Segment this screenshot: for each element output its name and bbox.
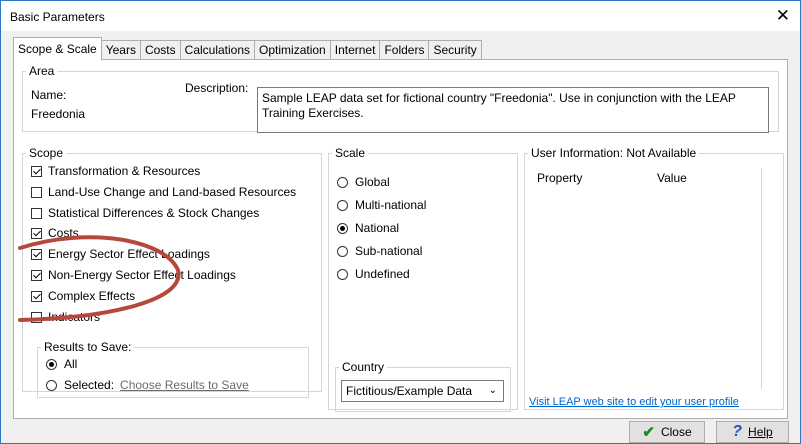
grid-header-value: Value <box>657 171 687 185</box>
tab-security[interactable]: Security <box>428 40 482 60</box>
radio-unselected[interactable] <box>337 245 348 257</box>
basic-parameters-dialog: Basic Parameters ✕ Scope & Scale Years C… <box>0 0 801 444</box>
results-all-option[interactable]: All <box>46 356 77 372</box>
country-select[interactable]: Fictitious/Example Data ⌄ <box>341 380 504 402</box>
tab-scope-scale[interactable]: Scope & Scale <box>13 37 102 60</box>
name-label: Name: <box>31 88 67 102</box>
close-icon[interactable]: ✕ <box>776 6 790 26</box>
scope-item-label: Complex Effects <box>48 289 136 303</box>
scope-item-complex-effects[interactable]: Complex Effects <box>31 288 135 304</box>
user-info-grid[interactable]: Property Value <box>531 168 767 389</box>
results-legend: Results to Save: <box>44 340 132 354</box>
tab-internet[interactable]: Internet <box>329 40 381 60</box>
scale-option-label: Global <box>355 175 390 189</box>
grid-header-property: Property <box>537 171 583 185</box>
scale-option-multi-national[interactable]: Multi-national <box>337 197 426 213</box>
tab-panel: Area Name: Freedonia Description: Sample… <box>13 59 788 419</box>
choose-results-link[interactable]: Choose Results to Save <box>120 378 249 392</box>
scope-item-label: Statistical Differences & Stock Changes <box>48 206 260 220</box>
name-value: Freedonia <box>31 107 86 121</box>
dialog-title: Basic Parameters <box>10 10 105 24</box>
scope-item-label: Costs <box>48 226 79 240</box>
close-button[interactable]: ✔ Close <box>629 421 705 443</box>
scale-option-national[interactable]: National <box>337 220 399 236</box>
area-legend: Area <box>29 64 55 78</box>
checkbox-checked[interactable] <box>31 227 42 239</box>
country-legend: Country <box>342 360 385 374</box>
results-selected-option[interactable]: Selected: Choose Results to Save <box>46 377 249 393</box>
help-button-label: Help <box>748 425 773 439</box>
results-selected-label: Selected: <box>64 378 115 392</box>
results-all-label: All <box>64 357 78 371</box>
checkbox-checked[interactable] <box>31 248 42 260</box>
scope-item-label: Transformation & Resources <box>48 164 201 178</box>
tab-optimization[interactable]: Optimization <box>254 40 331 60</box>
radio-unselected[interactable] <box>337 176 348 188</box>
country-select-value: Fictitious/Example Data <box>346 384 473 398</box>
results-to-save-group: Results to Save: All Selected: Choose Re… <box>37 340 309 398</box>
scope-item-label: Energy Sector Effect Loadings <box>48 247 210 261</box>
user-info-legend: User Information: Not Available <box>531 146 697 160</box>
scope-item-energy-effect[interactable]: Energy Sector Effect Loadings <box>31 246 210 262</box>
scale-option-undefined[interactable]: Undefined <box>337 266 410 282</box>
scope-item-label: Land-Use Change and Land-based Resources <box>48 185 297 199</box>
radio-selected[interactable] <box>337 222 348 234</box>
radio-unselected[interactable] <box>337 268 348 280</box>
close-button-label: Close <box>660 425 692 439</box>
scale-option-label: Sub-national <box>355 244 423 258</box>
check-icon: ✔ <box>642 424 655 441</box>
scope-item-costs[interactable]: Costs <box>31 225 79 241</box>
tab-costs[interactable]: Costs <box>139 40 181 60</box>
scope-item-label: Indicators <box>48 310 101 324</box>
chevron-down-icon[interactable]: ⌄ <box>489 381 497 401</box>
help-button[interactable]: ? Help <box>716 421 789 443</box>
scale-option-label: Multi-national <box>355 198 427 212</box>
scope-item-statistical-differences[interactable]: Statistical Differences & Stock Changes <box>31 205 259 221</box>
scale-group: Scale Global Multi-national National Sub… <box>328 146 518 412</box>
tab-years[interactable]: Years <box>100 40 141 60</box>
scope-item-label: Non-Energy Sector Effect Loadings <box>48 268 236 282</box>
scale-option-global[interactable]: Global <box>337 174 390 190</box>
country-group: Country Fictitious/Example Data ⌄ <box>335 360 511 412</box>
checkbox-unchecked[interactable] <box>31 311 42 323</box>
area-group: Area Name: Freedonia Description: Sample… <box>22 64 779 133</box>
checkbox-checked[interactable] <box>31 290 42 302</box>
scale-option-sub-national[interactable]: Sub-national <box>337 243 422 259</box>
checkbox-checked[interactable] <box>31 165 42 177</box>
scale-option-label: Undefined <box>355 267 410 281</box>
tab-calculations[interactable]: Calculations <box>179 40 256 60</box>
checkbox-unchecked[interactable] <box>31 207 42 219</box>
scope-item-transformation[interactable]: Transformation & Resources <box>31 163 200 179</box>
title-bar: Basic Parameters ✕ <box>1 1 800 31</box>
tab-folders[interactable]: Folders <box>379 40 430 60</box>
scope-item-non-energy-effect[interactable]: Non-Energy Sector Effect Loadings <box>31 267 236 283</box>
radio-unselected[interactable] <box>337 199 348 211</box>
description-field[interactable]: Sample LEAP data set for fictional count… <box>257 87 769 133</box>
scope-item-land-use[interactable]: Land-Use Change and Land-based Resources <box>31 184 296 200</box>
scope-legend: Scope <box>29 146 64 160</box>
help-icon: ? <box>732 423 743 440</box>
radio-unselected[interactable] <box>46 379 57 391</box>
scope-group: Scope Transformation & Resources Land-Us… <box>22 146 322 398</box>
scale-legend: Scale <box>335 146 366 160</box>
scale-option-label: National <box>355 221 400 235</box>
edit-user-profile-link[interactable]: Visit LEAP web site to edit your user pr… <box>529 396 739 408</box>
user-information-group: User Information: Not Available Property… <box>524 146 784 410</box>
scope-item-indicators[interactable]: Indicators <box>31 309 100 325</box>
checkbox-unchecked[interactable] <box>31 186 42 198</box>
description-label: Description: <box>185 81 249 95</box>
tab-strip: Scope & Scale Years Costs Calculations O… <box>13 37 482 60</box>
grid-divider <box>761 168 762 389</box>
checkbox-checked[interactable] <box>31 269 42 281</box>
radio-selected[interactable] <box>46 358 57 370</box>
